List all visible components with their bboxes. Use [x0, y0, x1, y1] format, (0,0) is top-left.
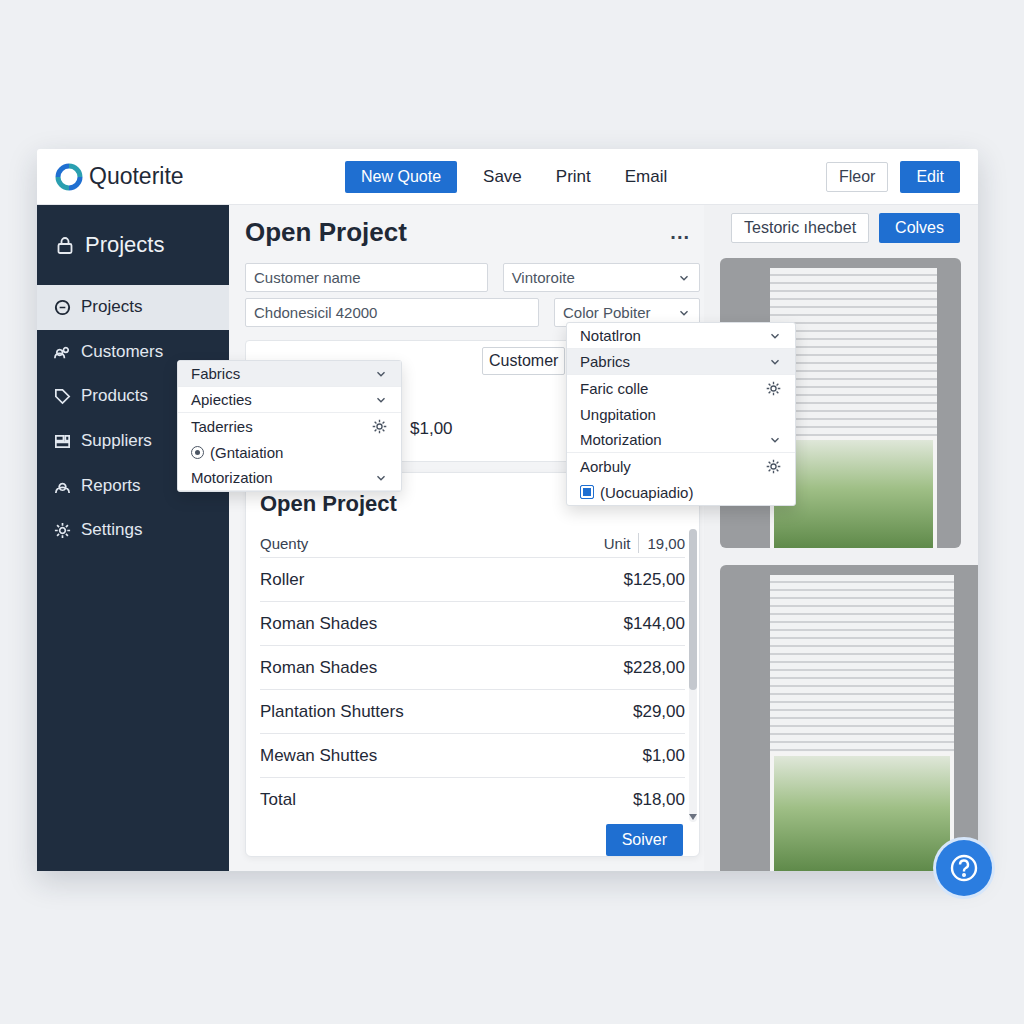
sidebar-header: Projects: [37, 205, 229, 285]
scrollbar[interactable]: [689, 529, 697, 822]
menu-item[interactable]: Apiecties: [178, 387, 401, 413]
sidebar-item-icon: [53, 521, 72, 540]
customer-button[interactable]: Customer: [482, 347, 565, 375]
chevron-down-icon: [374, 471, 388, 485]
sidebar-item-icon: [53, 476, 72, 495]
page: Quoterite New Quote Save Print Email Fleor Edi…: [0, 0, 1024, 1024]
toolbar-button[interactable]: Save: [475, 167, 530, 187]
sidebar-item[interactable]: Projects: [37, 285, 229, 330]
sidebar-item[interactable]: Settings: [37, 508, 229, 553]
text-field[interactable]: Chdonesicil 42000: [245, 298, 539, 327]
page-title: Open Project: [245, 217, 407, 248]
select-field[interactable]: Vintoroite: [503, 263, 700, 292]
chevron-down-icon: [374, 367, 388, 381]
panel-button[interactable]: Colves: [879, 213, 960, 243]
menu-item[interactable]: (Gntaiation: [178, 439, 401, 465]
preview-panel: Testoric ıhecbet Colves: [704, 205, 978, 871]
action-button[interactable]: Soiver: [606, 824, 683, 856]
dropdown-menu: FabricsApiectiesTaderries(GntaiationMoto…: [177, 360, 402, 492]
chevron-down-icon: [374, 393, 388, 407]
table-row[interactable]: Roller$125,00: [260, 558, 685, 602]
toolbar-button[interactable]: Email: [617, 167, 676, 187]
toolbar-button[interactable]: Edit: [900, 161, 960, 193]
chevron-down-icon: [768, 355, 782, 369]
menu-item[interactable]: Fabrics: [178, 361, 401, 387]
help-button[interactable]: [936, 840, 992, 896]
table-row[interactable]: Roman Shades$144,00: [260, 602, 685, 646]
table-header: QuentyUnit19,00: [260, 529, 685, 558]
table-row[interactable]: Plantation Shutters$29,00: [260, 690, 685, 734]
menu-item[interactable]: Notatlron: [567, 323, 795, 349]
text-field[interactable]: Customer name: [245, 263, 488, 292]
table-row[interactable]: Roman Shades$228,00: [260, 646, 685, 690]
dropdown-menu: NotatlronPabricsFaric colleUngpitationMo…: [566, 322, 796, 506]
menu-item[interactable]: Taderries: [178, 413, 401, 439]
menu-item[interactable]: Motorization: [178, 465, 401, 491]
menu-item[interactable]: Motorization: [567, 427, 795, 453]
panel-button[interactable]: Testoric ıhecbet: [731, 213, 869, 243]
logo[interactable]: Quoterite: [55, 163, 345, 191]
toolbar-button[interactable]: Fleor: [826, 162, 888, 192]
sidebar-item-icon: [53, 298, 72, 317]
table-row[interactable]: Mewan Shuttes$1,00: [260, 734, 685, 778]
menu-item[interactable]: Ungpitation: [567, 401, 795, 427]
menu-item[interactable]: Pabrics: [567, 349, 795, 375]
lock-icon: [55, 235, 75, 255]
toolbar-nav: New Quote Save Print Email: [345, 161, 675, 193]
chevron-down-icon: [768, 329, 782, 343]
toolbar-button[interactable]: New Quote: [345, 161, 457, 193]
gear-icon[interactable]: [371, 418, 388, 435]
chevron-down-icon: [768, 433, 782, 447]
chevron-down-icon: [677, 306, 691, 320]
gear-icon[interactable]: [765, 458, 782, 475]
toolbar: Quoterite New Quote Save Print Email Fleor Edi…: [37, 149, 978, 205]
logo-icon: [55, 163, 83, 191]
help-icon: [948, 852, 980, 884]
arrow-down-icon[interactable]: [689, 814, 697, 820]
quote-table: QuentyUnit19,00Roller$125,00Roman Shades…: [260, 529, 685, 822]
product-photo: [720, 565, 978, 871]
chevron-down-icon: [677, 271, 691, 285]
sidebar-item-icon: [53, 342, 72, 361]
sidebar-item-icon: [53, 432, 72, 451]
menu-item[interactable]: Faric colle: [567, 375, 795, 401]
checkbox-icon[interactable]: [580, 485, 594, 499]
sidebar-item-icon: [53, 387, 72, 406]
app-window: Quoterite New Quote Save Print Email Fleor Edi…: [37, 149, 978, 871]
sidebar: ProjectsProjectsCustomersProductsSupplie…: [37, 205, 229, 871]
amount: $1,00: [410, 419, 453, 439]
scrollbar-thumb[interactable]: [689, 529, 697, 690]
more-button[interactable]: ...: [670, 221, 690, 244]
radio-icon[interactable]: [191, 446, 204, 459]
menu-item[interactable]: Aorbuly: [567, 453, 795, 479]
app-name: Quoterite: [89, 163, 184, 190]
main-panel: Open Project... Customer name Vintoroite Ch…: [229, 205, 704, 871]
gear-icon[interactable]: [765, 380, 782, 397]
quote-card: Open ProjectQuentyUnit19,00Roller$125,00…: [245, 472, 700, 857]
menu-item[interactable]: (Uocuapiadio): [567, 479, 795, 505]
total-row: Total$18,00: [260, 778, 685, 822]
toolbar-button[interactable]: Print: [548, 167, 599, 187]
